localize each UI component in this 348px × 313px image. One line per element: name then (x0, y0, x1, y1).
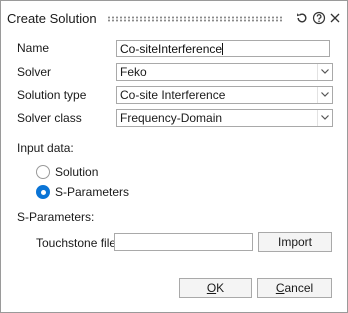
text-caret (222, 43, 224, 55)
ok-label-rest: K (216, 281, 225, 295)
solver-select[interactable]: Feko (116, 63, 333, 81)
radio-button[interactable] (36, 165, 50, 179)
radio-button-selected[interactable] (36, 185, 50, 199)
dialog-title: Create Solution (7, 11, 97, 26)
reset-icon[interactable] (295, 11, 309, 25)
solver-class-select[interactable]: Frequency-Domain (116, 109, 333, 127)
chevron-down-icon[interactable] (317, 64, 332, 80)
solution-type-label: Solution type (17, 88, 87, 102)
s-parameters-label: S-Parameters: (17, 210, 95, 224)
name-input[interactable]: Co-siteInterference (116, 40, 330, 57)
solver-value: Feko (120, 65, 147, 79)
create-solution-dialog: Create Solution Name Co-siteInterference… (0, 0, 348, 313)
import-button[interactable]: Import (258, 232, 332, 252)
touchstone-file-label: Touchstone file (36, 236, 117, 250)
input-data-label: Input data: (17, 141, 74, 155)
drag-grip[interactable] (107, 16, 283, 22)
radio-solution-label: Solution (55, 165, 99, 179)
cancel-button[interactable]: Cancel (257, 278, 332, 298)
name-label: Name (17, 41, 50, 55)
solution-type-value: Co-site Interference (120, 88, 226, 102)
chevron-down-icon[interactable] (317, 87, 332, 103)
name-value: Co-siteInterference (120, 42, 223, 56)
help-icon[interactable] (312, 11, 326, 25)
solver-class-value: Frequency-Domain (120, 111, 223, 125)
cancel-label-rest: ancel (284, 281, 314, 295)
title-bar[interactable]: Create Solution (1, 1, 347, 35)
radio-s-parameters-label: S-Parameters (55, 185, 130, 199)
solver-label: Solver (17, 65, 52, 79)
touchstone-file-input[interactable] (114, 233, 253, 251)
close-icon[interactable] (328, 11, 342, 25)
chevron-down-icon[interactable] (317, 110, 332, 126)
solution-type-select[interactable]: Co-site Interference (116, 86, 333, 104)
ok-mnemonic: O (206, 281, 217, 295)
solver-class-label: Solver class (17, 111, 82, 125)
ok-button[interactable]: OK (179, 278, 252, 298)
